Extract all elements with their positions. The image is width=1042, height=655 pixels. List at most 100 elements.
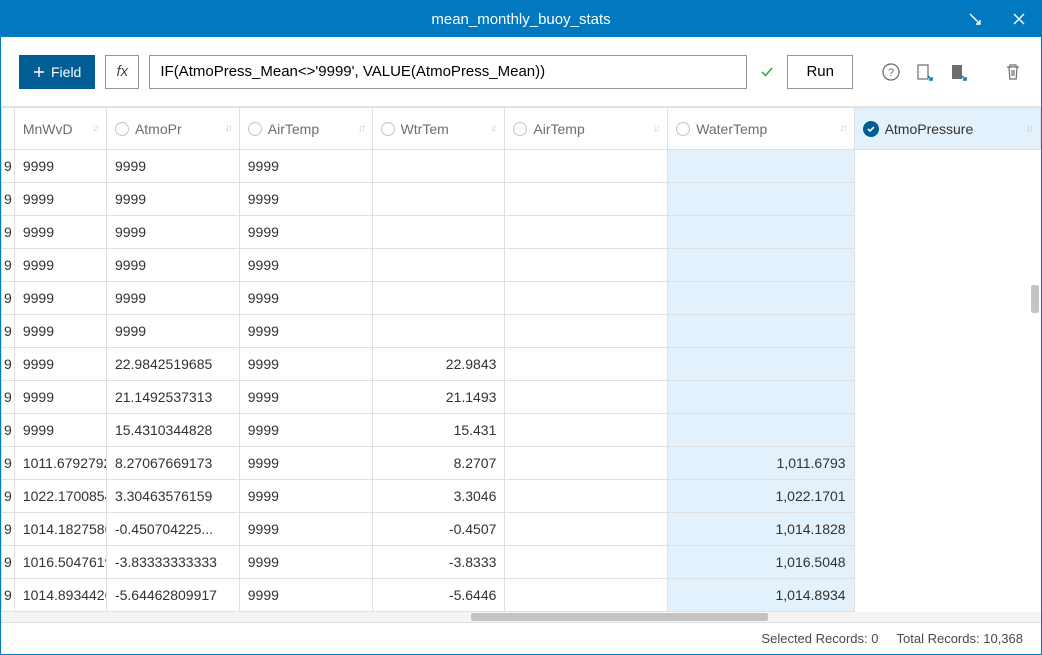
cell-wtrtem[interactable]: 9999 <box>239 150 372 183</box>
help-button[interactable]: ? <box>881 62 901 82</box>
run-button[interactable]: Run <box>787 55 853 89</box>
cell-airtemp_raw[interactable]: 9999 <box>106 216 239 249</box>
minimize-button[interactable] <box>953 1 997 37</box>
cell-mnwvd[interactable]: 9 <box>2 150 15 183</box>
column-header-watertemp[interactable]: WaterTemp↓↑ <box>668 108 854 150</box>
cell-atmopr[interactable]: 9999 <box>14 348 106 381</box>
sort-icon[interactable]: ↓↑ <box>840 123 846 134</box>
table-row[interactable]: 91022.170085473.3046357615999993.30461,0… <box>2 480 1041 513</box>
cell-airtemp[interactable] <box>372 183 505 216</box>
cell-airtemp_raw[interactable]: 8.27067669173 <box>106 447 239 480</box>
cell-airtemp_raw[interactable]: 15.4310344828 <box>106 414 239 447</box>
cell-airtemp_raw[interactable]: 21.1492537313 <box>106 381 239 414</box>
sort-icon[interactable]: ↓↑ <box>358 123 364 134</box>
cell-wtrtem[interactable]: 9999 <box>239 216 372 249</box>
cell-airtemp[interactable] <box>372 216 505 249</box>
cell-airtemp[interactable]: -3.8333 <box>372 546 505 579</box>
close-button[interactable] <box>997 1 1041 37</box>
cell-airtemp_raw[interactable]: 9999 <box>106 282 239 315</box>
cell-atmopressure[interactable]: 1,014.1828 <box>668 513 854 546</box>
cell-atmopressure[interactable] <box>668 414 854 447</box>
table-row[interactable]: 91011.679279288.2706766917399998.27071,0… <box>2 447 1041 480</box>
table-row[interactable]: 91016.5047619-3.833333333339999-3.83331,… <box>2 546 1041 579</box>
cell-mnwvd[interactable]: 9 <box>2 216 15 249</box>
column-header-mnwvd[interactable]: MnWvD↓↑ <box>14 108 106 150</box>
horizontal-scrollbar[interactable] <box>471 613 768 621</box>
cell-watertemp[interactable] <box>505 414 668 447</box>
table-row[interactable]: 9999999999999 <box>2 216 1041 249</box>
column-header-wtrtem[interactable]: WtrTem↓↑ <box>372 108 505 150</box>
cell-atmopressure[interactable] <box>668 150 854 183</box>
cell-atmopr[interactable]: 1014.89344262 <box>14 579 106 612</box>
table-row[interactable]: 9999999999999 <box>2 282 1041 315</box>
column-header-atmopressure[interactable]: AtmoPressure↓↑ <box>854 108 1040 150</box>
cell-mnwvd[interactable]: 9 <box>2 381 15 414</box>
cell-atmopr[interactable]: 9999 <box>14 150 106 183</box>
column-header-atmopr[interactable]: AtmoPr↓↑ <box>106 108 239 150</box>
cell-mnwvd[interactable]: 9 <box>2 315 15 348</box>
cell-watertemp[interactable] <box>505 579 668 612</box>
cell-airtemp[interactable] <box>372 249 505 282</box>
cell-airtemp_raw[interactable]: 9999 <box>106 183 239 216</box>
cell-airtemp[interactable] <box>372 315 505 348</box>
column-header-leading[interactable] <box>2 108 15 150</box>
add-field-button[interactable]: Field <box>19 55 95 89</box>
cell-atmopr[interactable]: 9999 <box>14 414 106 447</box>
cell-wtrtem[interactable]: 9999 <box>239 315 372 348</box>
cell-airtemp_raw[interactable]: -0.450704225... <box>106 513 239 546</box>
cell-watertemp[interactable] <box>505 447 668 480</box>
fx-indicator[interactable]: fx <box>105 55 139 89</box>
cell-mnwvd[interactable]: 9 <box>2 183 15 216</box>
sort-icon[interactable]: ↓↑ <box>1026 123 1032 134</box>
table-container[interactable]: MnWvD↓↑AtmoPr↓↑AirTemp↓↑WtrTem↓↑AirTemp↓… <box>1 107 1041 622</box>
cell-airtemp_raw[interactable]: -3.83333333333 <box>106 546 239 579</box>
import-button[interactable] <box>915 62 935 82</box>
cell-wtrtem[interactable]: 9999 <box>239 579 372 612</box>
cell-mnwvd[interactable]: 9 <box>2 546 15 579</box>
delete-button[interactable] <box>1003 62 1023 82</box>
table-row[interactable]: 91014.89344262-5.644628099179999-5.64461… <box>2 579 1041 612</box>
cell-mnwvd[interactable]: 9 <box>2 282 15 315</box>
cell-mnwvd[interactable]: 9 <box>2 249 15 282</box>
cell-atmopr[interactable]: 1022.17008547 <box>14 480 106 513</box>
cell-wtrtem[interactable]: 9999 <box>239 414 372 447</box>
cell-wtrtem[interactable]: 9999 <box>239 348 372 381</box>
formula-input[interactable] <box>149 55 747 89</box>
table-row[interactable]: 9999921.1492537313999921.1493 <box>2 381 1041 414</box>
cell-airtemp[interactable] <box>372 282 505 315</box>
cell-atmopr[interactable]: 9999 <box>14 381 106 414</box>
cell-atmopressure[interactable]: 1,016.5048 <box>668 546 854 579</box>
cell-airtemp_raw[interactable]: -5.64462809917 <box>106 579 239 612</box>
table-row[interactable]: 9999999999999 <box>2 315 1041 348</box>
cell-airtemp[interactable]: 8.2707 <box>372 447 505 480</box>
cell-mnwvd[interactable]: 9 <box>2 414 15 447</box>
cell-airtemp[interactable]: 3.3046 <box>372 480 505 513</box>
cell-atmopressure[interactable] <box>668 381 854 414</box>
cell-atmopr[interactable]: 9999 <box>14 216 106 249</box>
cell-watertemp[interactable] <box>505 249 668 282</box>
cell-wtrtem[interactable]: 9999 <box>239 183 372 216</box>
cell-wtrtem[interactable]: 9999 <box>239 480 372 513</box>
column-header-airtemp_raw[interactable]: AirTemp↓↑ <box>239 108 372 150</box>
cell-watertemp[interactable] <box>505 513 668 546</box>
cell-watertemp[interactable] <box>505 480 668 513</box>
cell-watertemp[interactable] <box>505 546 668 579</box>
column-header-airtemp[interactable]: AirTemp↓↑ <box>505 108 668 150</box>
cell-atmopr[interactable]: 1016.5047619 <box>14 546 106 579</box>
cell-airtemp[interactable]: 22.9843 <box>372 348 505 381</box>
cell-mnwvd[interactable]: 9 <box>2 579 15 612</box>
cell-airtemp[interactable] <box>372 150 505 183</box>
cell-atmopressure[interactable]: 1,011.6793 <box>668 447 854 480</box>
cell-atmopressure[interactable] <box>668 249 854 282</box>
cell-atmopressure[interactable] <box>668 315 854 348</box>
cell-watertemp[interactable] <box>505 216 668 249</box>
cell-mnwvd[interactable]: 9 <box>2 513 15 546</box>
table-row[interactable]: 9999999999999 <box>2 183 1041 216</box>
export-button[interactable] <box>949 62 969 82</box>
cell-airtemp[interactable]: -0.4507 <box>372 513 505 546</box>
cell-atmopressure[interactable] <box>668 183 854 216</box>
cell-atmopr[interactable]: 9999 <box>14 249 106 282</box>
cell-atmopressure[interactable] <box>668 216 854 249</box>
cell-wtrtem[interactable]: 9999 <box>239 282 372 315</box>
cell-airtemp[interactable]: 21.1493 <box>372 381 505 414</box>
